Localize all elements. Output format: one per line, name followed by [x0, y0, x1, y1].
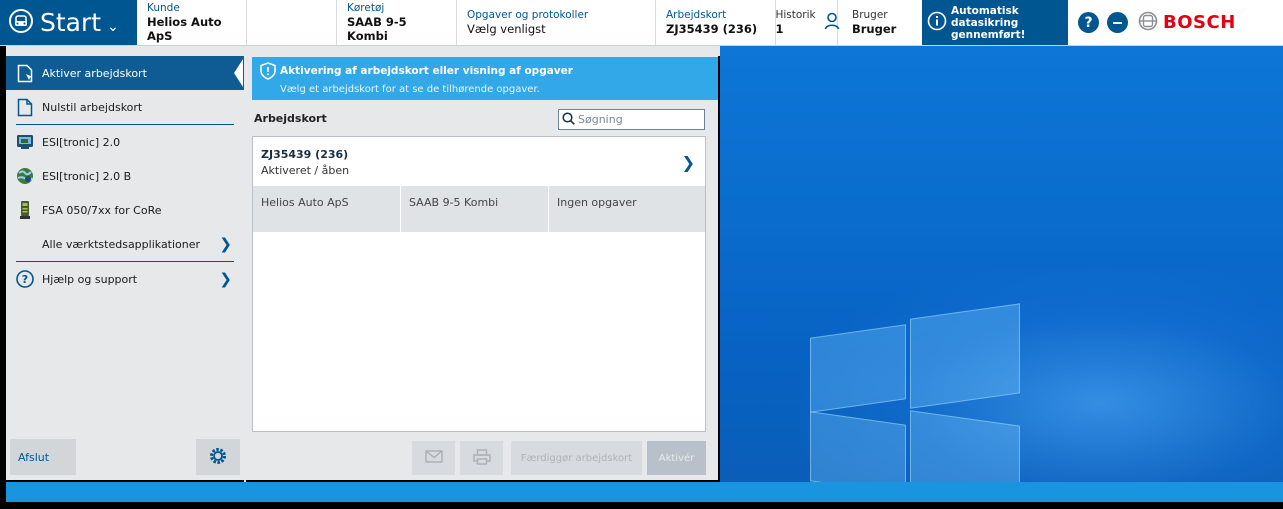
jobcard-vehicle: SAAB 9-5 Kombi: [401, 186, 549, 232]
user-field[interactable]: Bruger Bruger: [838, 0, 910, 45]
sidebar-item-label: FSA 050/7xx for CoRe: [42, 203, 162, 217]
jobcard-details-row[interactable]: Helios Auto ApS SAAB 9-5 Kombi Ingen opg…: [253, 186, 705, 232]
history-label: Historik: [775, 9, 816, 21]
section-title: Arbejdskort: [254, 112, 327, 125]
vehicle-value: SAAB 9-5 Kombi: [347, 15, 407, 43]
finish-jobcard-button[interactable]: Færdiggør arbejdskort: [511, 441, 642, 475]
fsa-device-icon: [16, 200, 34, 220]
globe-icon: [16, 166, 34, 186]
sidebar-item-esitronic[interactable]: ESI[tronic] 2.0: [6, 125, 244, 159]
search-input[interactable]: Søgning: [558, 109, 705, 130]
print-button[interactable]: [460, 441, 503, 475]
sidebar-item-label: Alle værktstedsapplikationer: [42, 237, 201, 251]
bosch-armature-icon: [1138, 11, 1158, 34]
chevron-right-icon[interactable]: ❯: [682, 153, 695, 172]
gear-icon: [209, 447, 227, 468]
search-placeholder: Søgning: [578, 113, 623, 126]
bottom-edge: [0, 502, 1283, 509]
minimize-button[interactable]: [1107, 12, 1128, 33]
window-logo-pane: [810, 411, 906, 482]
sidebar: Aktiver arbejdskort Nulstil arbejdskort …: [6, 56, 244, 480]
sidebar-item-reset-jobcard[interactable]: Nulstil arbejdskort: [6, 90, 244, 124]
sidebar-item-label: ESI[tronic] 2.0 B: [42, 169, 132, 183]
sidebar-item-label: Aktiver arbejdskort: [42, 66, 147, 80]
jobcard-list: ZJ35439 (236) Aktiveret / åben ❯ Helios …: [252, 136, 706, 432]
chevron-right-icon: ❯: [219, 270, 232, 288]
sidebar-item-label: Nulstil arbejdskort: [42, 100, 143, 114]
jobcard-value: ZJ35439 (236): [666, 22, 758, 36]
sidebar-item-esitronic-b[interactable]: ESI[tronic] 2.0 B: [6, 159, 244, 193]
sidebar-footer: Afslut: [6, 434, 244, 480]
bosch-logo: BOSCH: [1138, 11, 1236, 34]
active-item-notch: [234, 59, 243, 87]
history-field[interactable]: Historik 1: [775, 0, 839, 45]
jobcard-tasks: Ingen opgaver: [557, 196, 637, 209]
sidebar-item-fsa[interactable]: FSA 050/7xx for CoRe: [6, 193, 244, 227]
minus-icon: [1113, 21, 1122, 24]
chevron-right-icon: ❯: [219, 235, 232, 253]
history-value: 1: [775, 22, 784, 36]
info-icon: [927, 11, 947, 34]
sidebar-item-activate-jobcard[interactable]: Aktiver arbejdskort: [6, 56, 244, 90]
customer-label: Kunde: [147, 2, 180, 14]
jobcard-code: ZJ35439 (236): [261, 148, 349, 161]
car-circle-icon: [8, 8, 34, 37]
sidebar-item-all-apps[interactable]: Alle værktstedsapplikationer ❯: [6, 227, 244, 261]
top-bar: Start ⌄ Kunde Helios Auto ApS Køretøj SA…: [0, 0, 1283, 46]
help-button[interactable]: ?: [1078, 12, 1099, 33]
customer-field[interactable]: Kunde Helios Auto ApS: [137, 0, 247, 45]
jobcard-status: Aktiveret / åben: [261, 164, 350, 177]
autosave-status[interactable]: Automatisk datasikring gennemført!: [922, 0, 1068, 45]
esitronic-icon: [16, 132, 34, 152]
settings-button[interactable]: [196, 439, 240, 475]
mail-icon: [424, 450, 443, 466]
mail-button[interactable]: [412, 441, 455, 475]
sidebar-item-label: ESI[tronic] 2.0: [42, 135, 121, 149]
autosave-line1: Automatisk datasikring: [951, 4, 1019, 29]
desktop-wallpaper: [720, 46, 1283, 482]
search-icon: [562, 111, 575, 128]
shield-info-icon: [260, 62, 276, 83]
svg-text:?: ?: [22, 273, 28, 286]
jobcard-customer: Helios Auto ApS: [253, 186, 401, 232]
sidebar-item-label: Hjælp og support: [42, 272, 138, 286]
window-logo-pane: [910, 303, 1020, 409]
tasks-field[interactable]: Opgaver og protokoller Vælg venligst: [457, 0, 656, 45]
header-icons: ? BOSCH: [1068, 0, 1236, 45]
exit-button[interactable]: Afslut: [10, 439, 76, 475]
tasks-value: Vælg venligst: [467, 22, 546, 36]
taskbar-strip: [6, 482, 1283, 502]
tasks-label: Opgaver og protokoller: [467, 9, 589, 21]
main-panel: Aktivering af arbejdskort eller visning …: [246, 56, 718, 480]
sidebar-item-help[interactable]: ? Hjælp og support ❯: [6, 262, 244, 296]
brand-name: BOSCH: [1163, 12, 1236, 33]
jobcard-item[interactable]: ZJ35439 (236) Aktiveret / åben ❯: [253, 137, 705, 186]
document-activate-icon: [16, 63, 34, 83]
start-label: Start: [40, 8, 102, 37]
activate-button[interactable]: Aktivér: [647, 441, 706, 475]
panel-top-gap: [6, 46, 720, 56]
document-icon: [16, 97, 34, 117]
autosave-line2: gennemført!: [951, 28, 1026, 41]
info-banner: Aktivering af arbejdskort eller visning …: [252, 57, 718, 100]
customer-value: Helios Auto ApS: [147, 15, 222, 43]
banner-title: Aktivering af arbejdskort eller visning …: [280, 65, 573, 77]
window-logo-pane: [810, 324, 906, 413]
user-label: Bruger: [852, 9, 888, 21]
help-circle-icon: ?: [16, 269, 34, 289]
banner-subtitle: Vælg et arbejdskort for at se de tilhøre…: [280, 84, 540, 95]
blank-icon-slot: [16, 234, 34, 254]
chevron-down-icon: ⌄: [107, 18, 119, 35]
print-icon: [472, 448, 491, 468]
user-value: Bruger: [852, 22, 897, 36]
vehicle-label: Køretøj: [347, 2, 385, 14]
vehicle-field[interactable]: Køretøj SAAB 9-5 Kombi: [337, 0, 457, 45]
header-spacer: [247, 0, 337, 45]
jobcard-field[interactable]: Arbejdskort ZJ35439 (236): [656, 0, 776, 45]
start-menu-button[interactable]: Start ⌄: [0, 0, 137, 45]
action-bar: Færdiggør arbejdskort Aktivér: [246, 441, 718, 475]
jobcard-label: Arbejdskort: [666, 9, 727, 21]
